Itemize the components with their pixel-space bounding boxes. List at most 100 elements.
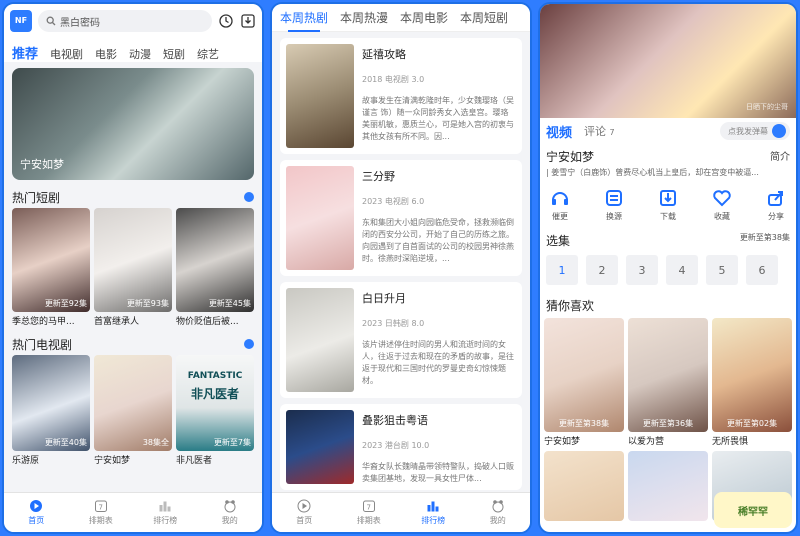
top-bar: NF 黑白密码 <box>4 4 262 38</box>
bottom-nav: 首页 7 排期表 排行榜 我的 <box>4 492 262 532</box>
ranking-item[interactable]: 三分野 2023 电视剧 6.0 东和集团大小姐向园临危受命，拯救濒临倒闭的西安… <box>280 160 522 276</box>
item-title: 白日升月 <box>362 292 406 305</box>
short-card[interactable]: 更新至92集 季总您的马甲... <box>12 208 90 327</box>
episode-button[interactable]: 3 <box>626 255 658 285</box>
episode-badge: 更新至7集 <box>213 438 251 447</box>
danmu-input[interactable]: 点我发弹幕 <box>720 122 790 140</box>
tv-card[interactable]: 38集全 宁安如梦 <box>94 355 172 466</box>
ranking-item[interactable]: 叠影狙击粤语 2023 港台剧 10.0 华裔女队长魏晴晶带领特警队，捣破人口贩… <box>280 404 522 490</box>
danmu-placeholder: 点我发弹幕 <box>728 126 768 136</box>
history-icon[interactable] <box>218 13 234 29</box>
tab-movie[interactable]: 电影 <box>95 46 117 62</box>
episode-badge: 更新至第38集 <box>558 419 610 428</box>
share-button[interactable]: 分享 <box>766 188 786 222</box>
episode-button[interactable]: 2 <box>586 255 618 285</box>
tab-week-short[interactable]: 本周短剧 <box>460 9 508 26</box>
action-label: 下载 <box>660 212 676 221</box>
item-info: 白日升月 2023 日韩剧 8.0 该片讲述停住时间的男人和流逝时间的女人，往返… <box>362 288 516 392</box>
nav-ranking[interactable]: 排行榜 <box>401 493 466 532</box>
action-label: 换源 <box>606 212 622 221</box>
tv-section-title: 热门电视剧 <box>12 337 73 352</box>
episode-button[interactable]: 4 <box>666 255 698 285</box>
title-row: 宁安如梦 简介 <box>540 144 796 165</box>
nav-ranking[interactable]: 排行榜 <box>133 493 198 532</box>
hero-banner[interactable]: 宁安如梦 <box>12 68 254 180</box>
video-player[interactable]: 日晒下的尘哥 <box>540 4 796 118</box>
switch-source-button[interactable]: 换源 <box>604 188 624 222</box>
nav-label: 排期表 <box>356 516 381 525</box>
nav-me[interactable]: 我的 <box>466 493 531 532</box>
card-title: 以爱为营 <box>628 437 665 447</box>
tv-card[interactable]: 更新至40集 乐游原 <box>12 355 90 466</box>
calendar-icon: 7 <box>94 499 108 513</box>
episode-button[interactable]: 5 <box>706 255 738 285</box>
tab-tv[interactable]: 电视剧 <box>50 46 83 62</box>
nav-home[interactable]: 首页 <box>272 493 337 532</box>
week-tabs: 本周热剧 本周热漫 本周电影 本周短剧 <box>272 4 530 32</box>
like-title: 猜你喜欢 <box>540 291 796 318</box>
nav-schedule[interactable]: 7 排期表 <box>69 493 134 532</box>
poster <box>286 410 354 484</box>
tab-short[interactable]: 短剧 <box>163 46 185 62</box>
search-placeholder: 黑白密码 <box>60 17 100 29</box>
download-icon <box>660 190 676 206</box>
tv-card[interactable]: FANTASTIC 非凡医者 更新至7集 非凡医者 <box>176 355 254 466</box>
tab-variety[interactable]: 综艺 <box>197 46 219 62</box>
card-title: 季总您的马甲... <box>12 317 75 327</box>
episode-button[interactable]: 1 <box>546 255 578 285</box>
like-thumb[interactable] <box>544 451 624 521</box>
tab-video[interactable]: 视频 <box>546 122 572 141</box>
tv-thumb: 38集全 <box>94 355 172 451</box>
poster <box>286 44 354 148</box>
ranking-item[interactable]: 延禧攻略 2018 电视剧 3.0 故事发生在清满乾隆时年，少女魏璎珞（吴谨言 … <box>280 38 522 154</box>
episodes-more[interactable]: 更新至第38集 <box>740 232 790 249</box>
like-thumb[interactable] <box>628 451 708 521</box>
nav-me[interactable]: 我的 <box>198 493 263 532</box>
item-meta: 2023 电视剧 6.0 <box>362 197 425 206</box>
tab-week-movie[interactable]: 本周电影 <box>400 9 448 26</box>
tab-comments[interactable]: 评论 7 <box>584 123 615 139</box>
like-card[interactable]: 更新至第02集 无所畏惧 <box>712 318 792 447</box>
poster-text: FANTASTIC <box>187 371 243 381</box>
svg-text:7: 7 <box>366 504 370 512</box>
tab-recommend[interactable]: 推荐 <box>12 43 38 62</box>
nav-home[interactable]: 首页 <box>4 493 69 532</box>
favorite-button[interactable]: 收藏 <box>712 188 732 222</box>
episode-badge: 更新至92集 <box>44 299 87 308</box>
episode-badge: 38集全 <box>142 438 169 447</box>
category-tabs: 推荐 电视剧 电影 动漫 短剧 综艺 <box>4 38 262 62</box>
short-card[interactable]: 更新至93集 首富继承人 <box>94 208 172 327</box>
search-input[interactable]: 黑白密码 <box>38 10 212 32</box>
urge-button[interactable]: 催更 <box>550 188 570 222</box>
episode-badge: 更新至第36集 <box>642 419 694 428</box>
nav-schedule[interactable]: 7 排期表 <box>337 493 402 532</box>
tv-thumb: 更新至40集 <box>12 355 90 451</box>
like-card[interactable]: 更新至第38集 宁安如梦 <box>544 318 624 447</box>
tab-anime[interactable]: 动漫 <box>129 46 151 62</box>
heart-icon <box>713 190 731 207</box>
switch-icon <box>606 190 622 206</box>
bottom-nav: 首页 7 排期表 排行榜 我的 <box>272 492 530 532</box>
card-title: 物价贬值后被... <box>176 317 239 327</box>
more-arrow-icon[interactable] <box>244 192 254 202</box>
search-icon <box>46 16 56 26</box>
tv-section-header: 热门电视剧 <box>4 333 262 355</box>
more-arrow-icon[interactable] <box>244 339 254 349</box>
ranking-item[interactable]: 白日升月 2023 日韩剧 8.0 该片讲述停住时间的男人和流逝时间的女人，往返… <box>280 282 522 398</box>
tab-week-anime[interactable]: 本周热漫 <box>340 9 388 26</box>
download-icon[interactable] <box>240 13 256 29</box>
download-button[interactable]: 下载 <box>658 188 678 222</box>
ranking-screen: 本周热剧 本周热漫 本周电影 本周短剧 延禧攻略 2018 电视剧 3.0 故事… <box>270 2 532 534</box>
item-info: 三分野 2023 电视剧 6.0 东和集团大小姐向园临危受命，拯救濒临倒闭的西安… <box>362 166 516 270</box>
calendar-icon: 7 <box>362 499 376 513</box>
like-card[interactable]: 更新至第36集 以爱为营 <box>628 318 708 447</box>
episode-button[interactable]: 6 <box>746 255 778 285</box>
home-icon <box>297 499 311 513</box>
intro-link[interactable]: 简介 <box>770 148 790 165</box>
tab-week-drama[interactable]: 本周热剧 <box>280 9 328 32</box>
card-title: 非凡医者 <box>176 456 213 466</box>
app-logo: NF <box>10 10 32 32</box>
short-card[interactable]: 更新至45集 物价贬值后被... <box>176 208 254 327</box>
card-title: 乐游原 <box>12 456 40 466</box>
danmu-send-icon[interactable] <box>772 124 786 138</box>
